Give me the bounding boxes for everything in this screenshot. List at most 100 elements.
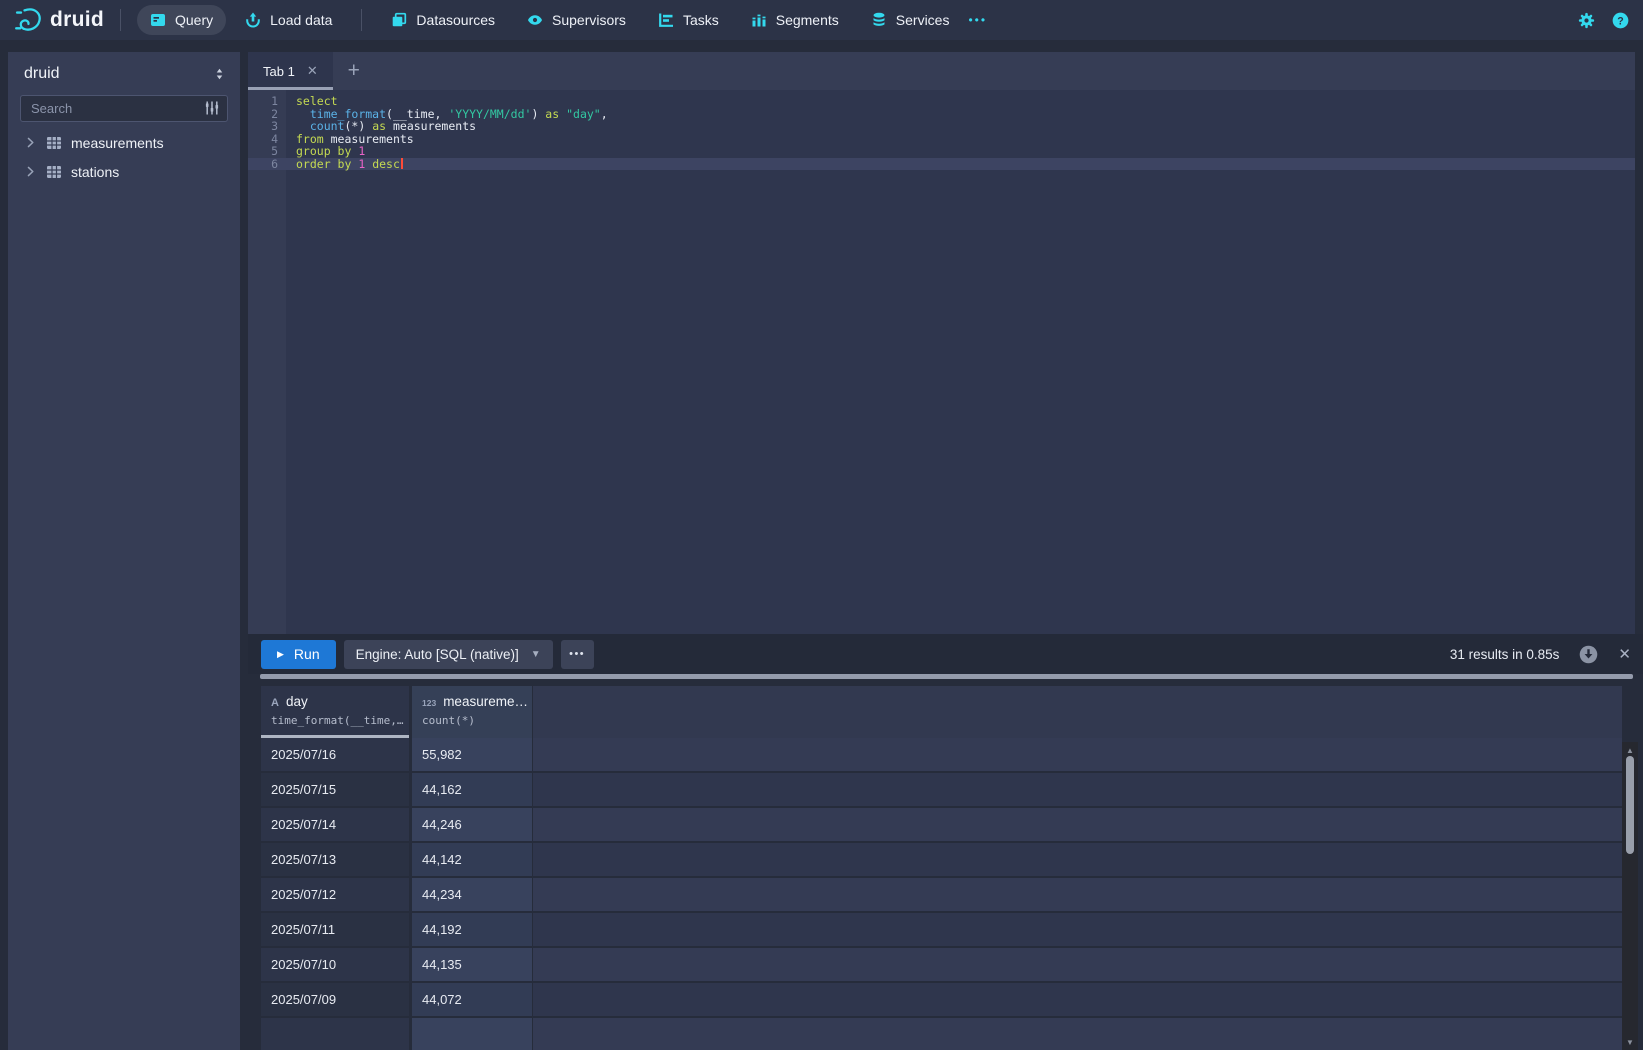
nav-item-label: Query	[175, 12, 213, 28]
nav-item-supervisors[interactable]: Supervisors	[514, 5, 639, 35]
play-icon: ▶	[277, 649, 284, 660]
stacked-windows-icon	[391, 12, 407, 28]
nav-item-segments[interactable]: Segments	[738, 5, 852, 35]
row-filler	[533, 738, 1622, 771]
chevron-right-icon[interactable]	[24, 165, 37, 178]
table-row: 2025/07/1544,162	[261, 773, 1622, 808]
nav-item-tasks[interactable]: Tasks	[645, 5, 732, 35]
table-cell-day[interactable]: 2025/07/14	[261, 808, 409, 841]
close-results-icon[interactable]: ✕	[1618, 645, 1631, 663]
tab-query-1[interactable]: Tab 1 ✕	[248, 52, 333, 90]
table-cell-day[interactable]: 2025/07/09	[261, 983, 409, 1016]
table-cell-measurements[interactable]: 44,162	[412, 773, 532, 806]
tab-close-icon[interactable]: ✕	[307, 63, 318, 79]
row-filler	[533, 878, 1622, 911]
table-cell-day[interactable]: 2025/07/16	[261, 738, 409, 771]
nav-item-query[interactable]: Query	[137, 5, 226, 35]
scroll-up-arrow[interactable]: ▲	[1622, 744, 1638, 756]
table-cell-day[interactable]: 2025/07/13	[261, 843, 409, 876]
sql-line-6: 6order by 1 desc	[248, 158, 1635, 171]
nav-item-label: Datasources	[416, 12, 495, 28]
run-button-label: Run	[294, 646, 320, 662]
table-cell-measurements[interactable]: 55,982	[412, 738, 532, 771]
console-icon	[150, 12, 166, 28]
row-filler	[533, 913, 1622, 946]
nav-item-label: Supervisors	[552, 12, 626, 28]
run-button[interactable]: ▶ Run	[261, 640, 336, 669]
download-results-icon[interactable]	[1579, 645, 1598, 664]
results-vertical-scrollbar: ▲ ▼	[1622, 742, 1638, 1050]
nav-secondary-items: Datasources Supervisors Tasks Segments Servi…	[378, 5, 962, 35]
nav-item-label: Segments	[776, 12, 839, 28]
new-tab-button[interactable]: +	[333, 52, 375, 90]
table-tree: measurements stations	[8, 128, 240, 186]
help-icon[interactable]: ?	[1612, 12, 1629, 29]
sidebar-table-measurements[interactable]: measurements	[8, 128, 240, 157]
table-row: 2025/07/1655,982	[261, 738, 1622, 773]
brand-name: druid	[50, 8, 104, 32]
druid-console: druid Query Load data Datasources Supervis…	[0, 0, 1643, 1050]
table-name: measurements	[71, 135, 164, 151]
query-more-button[interactable]: •••	[561, 640, 594, 669]
upload-icon	[245, 12, 261, 28]
column-header-measureme-[interactable]: 123measureme…count(*)	[412, 686, 532, 738]
scroll-down-arrow[interactable]: ▼	[1622, 1036, 1638, 1048]
line-number: 2	[248, 108, 286, 121]
column-expression: time_format(__time,…	[271, 714, 409, 727]
engine-select[interactable]: Engine: Auto [SQL (native)] ▼	[344, 640, 553, 669]
row-filler	[533, 1018, 1622, 1050]
table-row: 2025/07/1344,142	[261, 843, 1622, 878]
sql-editor[interactable]: 1select2 time_format(__time, 'YYYY/MM/dd…	[248, 90, 1635, 634]
string-type-icon: A	[271, 697, 279, 709]
table-cell-measurements[interactable]: 44,072	[412, 983, 532, 1016]
number-type-icon: 123	[422, 698, 436, 708]
line-number: 1	[248, 95, 286, 108]
engine-select-label: Engine: Auto [SQL (native)]	[356, 647, 519, 662]
sidebar-table-stations[interactable]: stations	[8, 157, 240, 186]
table-cell-day[interactable]: 2025/07/15	[261, 773, 409, 806]
line-number: 5	[248, 145, 286, 158]
table-cell-measurements[interactable]: 44,142	[412, 843, 532, 876]
table-row: 2025/07/1044,135	[261, 948, 1622, 983]
top-navbar: druid Query Load data Datasources Supervis…	[0, 0, 1643, 40]
header-filler	[533, 686, 1622, 738]
row-filler	[533, 773, 1622, 806]
nav-item-services[interactable]: Services	[858, 5, 963, 35]
table-cell-measurements[interactable]: 44,246	[412, 808, 532, 841]
table-cell-measurements[interactable]: 44,234	[412, 878, 532, 911]
column-expression: count(*)	[422, 714, 532, 727]
scrollbar-thumb[interactable]	[1626, 756, 1634, 854]
eye-icon	[527, 12, 543, 28]
table-cell-day[interactable]: 2025/07/12	[261, 878, 409, 911]
line-number: 6	[248, 158, 286, 171]
nav-item-label: Tasks	[683, 12, 719, 28]
schema-name: druid	[24, 65, 60, 83]
search-input[interactable]	[20, 95, 228, 122]
table-row	[261, 1018, 1622, 1050]
column-header-day[interactable]: Aday time_format(__time,…	[261, 686, 409, 738]
druid-logo[interactable]: druid	[14, 6, 104, 34]
table-cell-day[interactable]: 2025/07/10	[261, 948, 409, 981]
nav-item-label: Services	[896, 12, 950, 28]
table-row: 2025/07/1444,246	[261, 808, 1622, 843]
table-cell-day[interactable]: 2025/07/11	[261, 913, 409, 946]
settings-gear-icon[interactable]	[1578, 12, 1595, 29]
nav-more-button[interactable]: •••	[962, 7, 993, 33]
sql-code: order by 1 desc	[286, 158, 403, 171]
table-name: stations	[71, 164, 119, 180]
nav-item-datasources[interactable]: Datasources	[378, 5, 508, 35]
filter-sliders-icon[interactable]	[204, 100, 220, 116]
table-cell-measurements[interactable]: 44,135	[412, 948, 532, 981]
table-cell-measurements[interactable]	[412, 1018, 532, 1050]
table-cell-measurements[interactable]: 44,192	[412, 913, 532, 946]
schema-sort-icon[interactable]	[213, 66, 226, 82]
chevron-right-icon[interactable]	[24, 136, 37, 149]
results-header: Aday time_format(__time,…123measureme…cou…	[261, 686, 1622, 738]
nav-item-load-data[interactable]: Load data	[232, 5, 345, 35]
column-name: day	[286, 694, 308, 709]
druid-logo-icon	[14, 6, 42, 34]
line-number: 3	[248, 120, 286, 133]
sql-line-4: 4from measurements	[248, 133, 1635, 146]
table-cell-day[interactable]	[261, 1018, 409, 1050]
row-filler	[533, 808, 1622, 841]
